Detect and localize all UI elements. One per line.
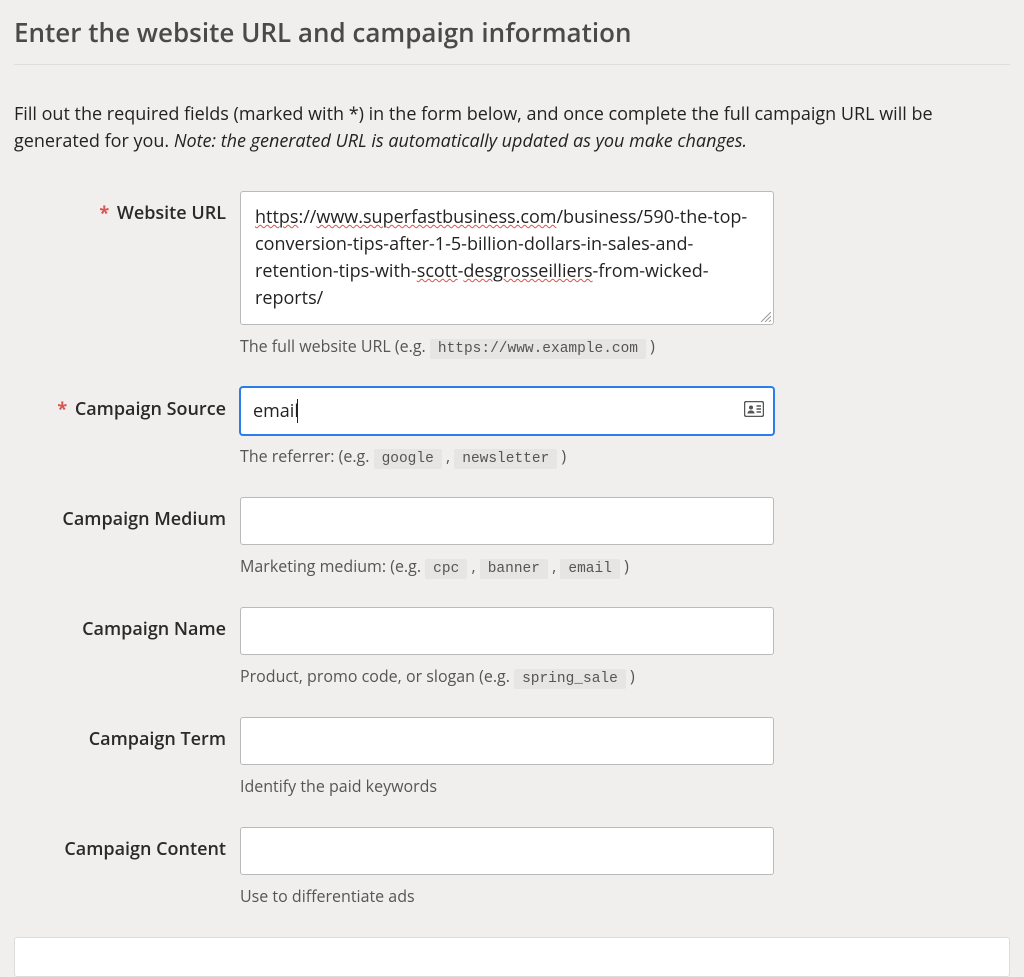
page-title: Enter the website URL and campaign infor…: [14, 14, 1010, 65]
label-text: Campaign Medium: [62, 507, 226, 531]
row-campaign-term: Campaign Term Identify the paid keywords: [14, 717, 1010, 797]
required-marker: *: [57, 397, 67, 421]
intro-text: Fill out the required fields (marked wit…: [14, 101, 1010, 155]
label-campaign-source: * Campaign Source: [14, 387, 240, 421]
helper-campaign-source: The referrer: (e.g. google , newsletter …: [240, 445, 774, 467]
label-campaign-term: Campaign Term: [14, 717, 240, 751]
label-campaign-medium: Campaign Medium: [14, 497, 240, 531]
row-campaign-source: * Campaign Source T: [14, 387, 1010, 467]
label-website-url: * Website URL: [14, 191, 240, 225]
helper-campaign-medium: Marketing medium: (e.g. cpc , banner , e…: [240, 555, 774, 577]
campaign-content-input[interactable]: [240, 827, 774, 875]
helper-campaign-term: Identify the paid keywords: [240, 775, 774, 797]
label-text: Campaign Source: [75, 397, 226, 421]
result-card: [14, 937, 1010, 977]
label-campaign-content: Campaign Content: [14, 827, 240, 861]
label-text: Campaign Term: [89, 727, 226, 751]
row-campaign-medium: Campaign Medium Marketing medium: (e.g. …: [14, 497, 1010, 577]
campaign-medium-input[interactable]: [240, 497, 774, 545]
helper-campaign-name: Product, promo code, or slogan (e.g. spr…: [240, 665, 774, 687]
label-text: Campaign Content: [64, 837, 226, 861]
intro-note: Note: the generated URL is automatically…: [174, 129, 747, 153]
label-text: Website URL: [117, 201, 226, 225]
row-campaign-content: Campaign Content Use to differentiate ad…: [14, 827, 1010, 907]
row-website-url: * Website URL https://www.superfastbusin…: [14, 191, 1010, 357]
campaign-form: * Website URL https://www.superfastbusin…: [14, 191, 1010, 907]
required-marker: *: [99, 201, 109, 225]
resize-grip-icon[interactable]: [759, 310, 771, 322]
campaign-term-input[interactable]: [240, 717, 774, 765]
helper-website-url: The full website URL (e.g. https://www.e…: [240, 335, 774, 357]
row-campaign-name: Campaign Name Product, promo code, or sl…: [14, 607, 1010, 687]
label-text: Campaign Name: [82, 617, 226, 641]
campaign-name-input[interactable]: [240, 607, 774, 655]
label-campaign-name: Campaign Name: [14, 607, 240, 641]
helper-campaign-content: Use to differentiate ads: [240, 885, 774, 907]
campaign-source-input[interactable]: [240, 387, 774, 435]
website-url-input[interactable]: https://www.superfastbusiness.com/busine…: [240, 191, 774, 325]
